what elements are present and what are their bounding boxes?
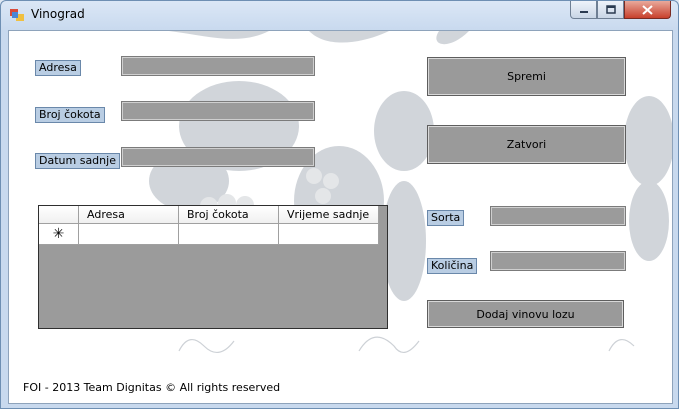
column-header-address[interactable]: Adresa bbox=[79, 206, 179, 224]
app-window: Vinograd Adresa Broj čokota Datum sadnje… bbox=[0, 0, 679, 409]
address-input[interactable] bbox=[121, 56, 315, 76]
add-vine-button[interactable]: Dodaj vinovu lozu bbox=[427, 300, 624, 328]
vine-count-input[interactable] bbox=[121, 101, 315, 121]
quantity-input[interactable] bbox=[490, 251, 626, 271]
maximize-icon bbox=[605, 5, 616, 14]
column-header-planting-time[interactable]: Vrijeme sadnje bbox=[279, 206, 379, 224]
grid-header-row: Adresa Broj čokota Vrijeme sadnje bbox=[39, 206, 379, 224]
vine-count-label: Broj čokota bbox=[35, 107, 105, 123]
minimize-icon bbox=[579, 10, 588, 13]
form-app-icon bbox=[10, 9, 24, 21]
grid-corner-header[interactable] bbox=[39, 206, 79, 224]
footer-copyright: FOI - 2013 Team Dignitas © All rights re… bbox=[23, 381, 281, 394]
new-row-asterisk-icon: ✳ bbox=[39, 224, 79, 245]
quantity-label: Količina bbox=[427, 258, 478, 274]
minimize-button[interactable] bbox=[570, 1, 597, 19]
close-button[interactable]: Zatvori bbox=[427, 125, 626, 164]
title-bar[interactable]: Vinograd bbox=[1, 1, 678, 29]
save-button[interactable]: Spremi bbox=[427, 57, 626, 96]
close-icon bbox=[642, 4, 653, 15]
planting-date-label: Datum sadnje bbox=[35, 153, 120, 169]
grid-new-row[interactable]: ✳ bbox=[39, 224, 379, 245]
maximize-button[interactable] bbox=[597, 1, 624, 19]
new-row-cell-address[interactable] bbox=[79, 224, 179, 245]
form-client-area: Adresa Broj čokota Datum sadnje Spremi Z… bbox=[8, 30, 673, 404]
address-label: Adresa bbox=[35, 60, 81, 76]
new-row-cell-vine-count[interactable] bbox=[179, 224, 279, 245]
window-title: Vinograd bbox=[31, 7, 85, 21]
column-header-vine-count[interactable]: Broj čokota bbox=[179, 206, 279, 224]
new-row-cell-planting-time[interactable] bbox=[279, 224, 379, 245]
planting-date-input[interactable] bbox=[121, 147, 315, 167]
variety-label: Sorta bbox=[427, 210, 465, 226]
vineyard-data-grid[interactable]: Adresa Broj čokota Vrijeme sadnje ✳ bbox=[38, 205, 388, 329]
close-window-button[interactable] bbox=[624, 1, 671, 19]
variety-input[interactable] bbox=[490, 206, 626, 226]
